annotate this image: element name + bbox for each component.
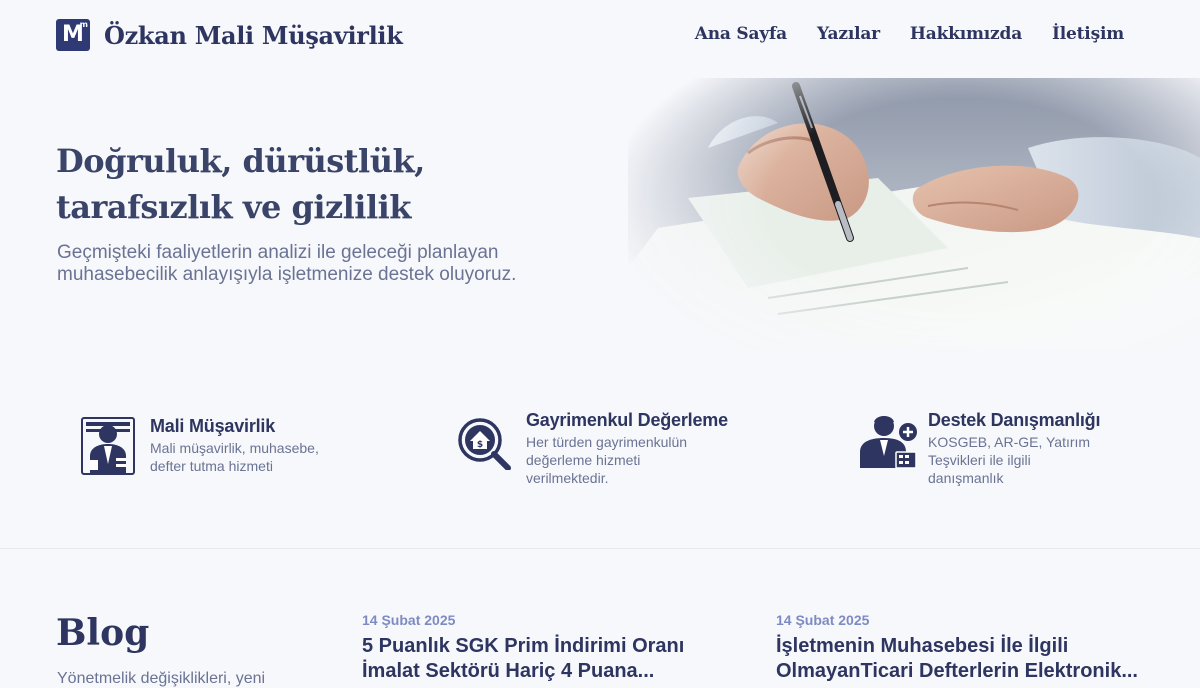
service-destek-danismanligi[interactable]: Destek Danışmanlığı KOSGEB, AR-GE, Yatır… [858,410,1100,487]
blog-post-card[interactable]: 14 Şubat 2025 İşletmenin Muhasebesi İle … [776,612,1156,684]
brand-name: Özkan Mali Müşavirlik [104,20,403,50]
main-nav: Ana Sayfa Yazılar Hakkımızda İletişim [695,24,1124,44]
blog-post-card[interactable]: 14 Şubat 2025 5 Puanlık SGK Prim İndirim… [362,612,742,684]
blog-subtitle: Yönetmelik değişiklikleri, yeni [57,670,266,687]
service-mali-musavirlik[interactable]: Mali Müşavirlik Mali müşavirlik, muhaseb… [80,416,319,476]
nav-item-home[interactable]: Ana Sayfa [695,24,787,44]
service-title: Gayrimenkul Değerleme [526,410,728,430]
site-logo[interactable]: Mm Özkan Mali Müşavirlik [56,19,403,51]
blog-title: Blog [56,612,150,654]
consultant-icon [858,410,917,470]
hero-subtitle: Geçmişteki faaliyetlerin analizi ile gel… [57,242,517,285]
section-divider [0,548,1200,549]
logo-mark-icon: Mm [56,19,90,51]
service-title: Mali Müşavirlik [150,416,276,436]
service-title: Destek Danışmanlığı [928,410,1101,430]
nav-item-posts[interactable]: Yazılar [817,24,880,44]
accountant-icon [80,416,136,476]
post-date: 14 Şubat 2025 [776,612,870,628]
service-desc: KOSGEB, AR-GE, Yatırım Teşvikleri ile il… [928,434,1091,486]
post-date: 14 Şubat 2025 [362,612,456,628]
site-header: Mm Özkan Mali Müşavirlik Ana Sayfa Yazıl… [0,0,1200,72]
nav-item-contact[interactable]: İletişim [1052,24,1124,44]
svg-text:$: $ [477,440,483,450]
services-section: Mali Müşavirlik Mali müşavirlik, muhaseb… [0,400,1200,500]
post-title-link[interactable]: 5 Puanlık SGK Prim İndirimi Oranı İmalat… [362,634,742,684]
service-desc: Mali müşavirlik, muhasebe, defter tutma … [150,440,319,474]
service-desc: Her türden gayrimenkulün değerleme hizme… [526,434,688,486]
hero-title: Doğruluk, dürüstlük, tarafsızlık ve gizl… [56,142,425,226]
post-title-link[interactable]: İşletmenin Muhasebesi İle İlgili Olmayan… [776,634,1156,684]
house-valuation-icon: $ [456,410,512,471]
service-gayrimenkul-degerleme[interactable]: $ Gayrimenkul Değerleme Her türden gayri… [456,410,728,487]
nav-item-about[interactable]: Hakkımızda [910,24,1022,44]
hero-image-signing-document [628,78,1200,350]
